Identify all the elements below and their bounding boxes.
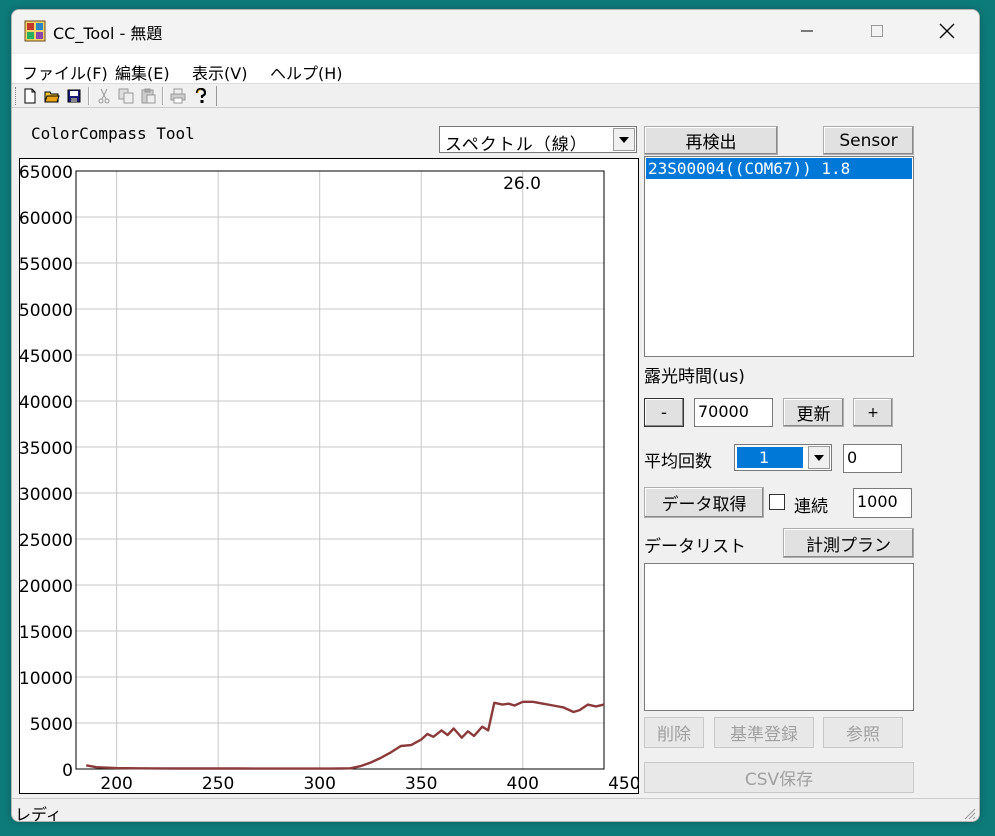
exposure-input[interactable]: 70000 bbox=[694, 398, 773, 427]
chevron-down-icon[interactable] bbox=[808, 446, 830, 469]
chevron-down-icon[interactable] bbox=[613, 128, 635, 151]
spectrum-series-line bbox=[85, 700, 605, 770]
y-tick-label: 60000 bbox=[20, 209, 73, 229]
maximize-button[interactable] bbox=[842, 10, 912, 52]
x-tick-label: 250 bbox=[202, 774, 234, 793]
exposure-plus-button[interactable]: + bbox=[853, 398, 893, 427]
measurement-plan-button[interactable]: 計測プラン bbox=[783, 528, 914, 558]
minimize-icon bbox=[801, 30, 813, 32]
copy-icon bbox=[118, 88, 134, 104]
toolbar-grip[interactable] bbox=[15, 87, 18, 105]
continuous-label[interactable]: 連続 bbox=[794, 492, 828, 517]
y-tick-label: 45000 bbox=[20, 347, 73, 367]
average-label: 平均回数 bbox=[644, 452, 712, 472]
y-tick-label: 25000 bbox=[20, 531, 73, 551]
delete-button[interactable]: 削除 bbox=[644, 717, 704, 748]
toolbar bbox=[12, 84, 979, 108]
new-file-icon bbox=[24, 88, 36, 104]
menu-view[interactable]: 表示(V) bbox=[192, 60, 247, 84]
paste-button bbox=[139, 87, 157, 105]
y-tick-label: 15000 bbox=[20, 623, 73, 643]
exposure-minus-button[interactable]: - bbox=[644, 398, 684, 427]
close-button[interactable] bbox=[912, 10, 979, 52]
print-icon bbox=[170, 88, 186, 104]
sensor-list[interactable]: 23S00004((COM67)) 1.8 bbox=[644, 156, 914, 357]
y-tick-label: 65000 bbox=[20, 163, 73, 183]
sensor-button[interactable]: Sensor bbox=[823, 126, 914, 155]
save-icon bbox=[67, 89, 81, 103]
paste-icon bbox=[141, 88, 156, 104]
x-tick-label: 200 bbox=[100, 774, 132, 793]
status-text: レディ bbox=[15, 805, 62, 822]
x-tick-label: 400 bbox=[507, 774, 539, 793]
average-count-select[interactable]: 1 bbox=[734, 444, 832, 471]
y-tick-label: 50000 bbox=[20, 301, 73, 321]
y-tick-label: 35000 bbox=[20, 439, 73, 459]
open-button[interactable] bbox=[43, 87, 61, 105]
toolbar-separator bbox=[162, 87, 164, 105]
data-list-label: データリスト bbox=[644, 537, 746, 557]
view-mode-select[interactable]: スペクトル（線） bbox=[439, 126, 637, 155]
list-item[interactable]: 23S00004((COM67)) 1.8 bbox=[646, 158, 912, 179]
plot-frame bbox=[75, 170, 605, 770]
exposure-label: 露光時間(us) bbox=[644, 367, 745, 387]
continuous-count-input[interactable]: 1000 bbox=[853, 488, 912, 518]
mfc-app-icon bbox=[24, 20, 46, 42]
menu-help[interactable]: ヘルプ(H) bbox=[270, 60, 343, 84]
x-tick-label: 350 bbox=[405, 774, 437, 793]
tool-label: ColorCompass Tool bbox=[31, 124, 195, 143]
save-button[interactable] bbox=[65, 87, 83, 105]
menu-bar: ファイル(F) 編集(E) 表示(V) ヘルプ(H) bbox=[12, 54, 979, 84]
chart-annotation: 26.0 bbox=[503, 174, 541, 194]
data-list[interactable] bbox=[644, 563, 914, 711]
print-button bbox=[169, 87, 187, 105]
open-folder-icon bbox=[44, 91, 60, 103]
app-window: CC_Tool - 無題 ファイル(F) 編集(E) 表示(V) ヘルプ(H) bbox=[11, 9, 980, 822]
copy-button bbox=[117, 87, 135, 105]
help-icon bbox=[195, 88, 207, 103]
menu-edit[interactable]: 編集(E) bbox=[115, 60, 170, 84]
menu-file[interactable]: ファイル(F) bbox=[22, 60, 108, 84]
acquire-data-button[interactable]: データ取得 bbox=[644, 487, 764, 518]
y-tick-label: 5000 bbox=[30, 715, 73, 735]
maximize-icon bbox=[871, 25, 883, 37]
average-count-value: 1 bbox=[737, 447, 803, 468]
toolbar-end-divider bbox=[216, 86, 217, 106]
cut-button bbox=[95, 87, 113, 105]
y-tick-label: 30000 bbox=[20, 485, 73, 505]
x-tick-label: 300 bbox=[303, 774, 335, 793]
cut-icon bbox=[98, 88, 110, 104]
browse-button[interactable]: 参照 bbox=[823, 717, 903, 748]
title-bar[interactable]: CC_Tool - 無題 bbox=[12, 10, 979, 52]
help-button[interactable] bbox=[192, 87, 210, 105]
spectrum-chart: 0 5000 10000 15000 20000 25000 30000 35000 40000… bbox=[19, 158, 639, 794]
close-icon bbox=[939, 23, 955, 39]
y-tick-label: 55000 bbox=[20, 255, 73, 275]
update-button[interactable]: 更新 bbox=[783, 398, 844, 427]
new-file-button[interactable] bbox=[21, 87, 39, 105]
resize-grip-icon[interactable] bbox=[962, 806, 976, 820]
y-tick-label: 10000 bbox=[20, 669, 73, 689]
window-title: CC_Tool - 無題 bbox=[53, 24, 163, 43]
reference-register-button[interactable]: 基準登録 bbox=[714, 717, 814, 748]
redetect-button[interactable]: 再検出 bbox=[644, 126, 778, 155]
y-tick-label: 0 bbox=[62, 761, 73, 781]
y-tick-label: 20000 bbox=[20, 577, 73, 597]
csv-save-button[interactable]: CSV保存 bbox=[644, 762, 914, 793]
minimize-button[interactable] bbox=[772, 10, 842, 52]
y-tick-label: 40000 bbox=[20, 393, 73, 413]
chart-canvas: 0 5000 10000 15000 20000 25000 30000 35000 40000… bbox=[20, 163, 638, 793]
toolbar-separator bbox=[88, 87, 90, 105]
average-extra-input[interactable]: 0 bbox=[843, 444, 902, 473]
view-mode-value: スペクトル（線） bbox=[445, 135, 588, 155]
x-tick-label: 450 bbox=[608, 774, 638, 793]
continuous-checkbox[interactable] bbox=[769, 494, 785, 510]
status-bar: レディ bbox=[12, 798, 979, 822]
